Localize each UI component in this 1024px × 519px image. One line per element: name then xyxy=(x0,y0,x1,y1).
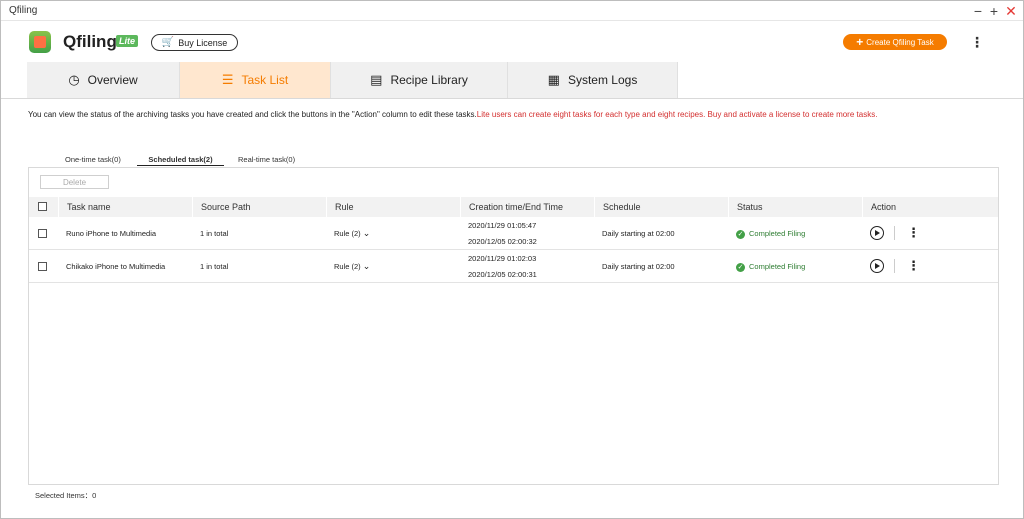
check-circle-icon: ✓ xyxy=(736,229,745,239)
task-name: Chikako iPhone to Multimedia xyxy=(66,262,166,271)
rule-label: Rule (2) xyxy=(334,229,361,238)
status-badge: ✓ Completed Filing xyxy=(736,262,805,272)
source-path: 1 in total xyxy=(200,262,229,271)
plus-icon: + xyxy=(856,35,864,49)
row-more-icon[interactable]: ⋮ xyxy=(907,225,920,241)
maximize-icon[interactable]: + xyxy=(987,3,1001,19)
selected-items-count: Selected Items：0 xyxy=(35,491,97,500)
chevron-down-icon: ⌄ xyxy=(362,228,371,238)
rule-label: Rule (2) xyxy=(334,262,361,271)
task-table-panel: Delete Task name Source Path Rule Creati… xyxy=(28,167,999,485)
rule-dropdown[interactable]: Rule (2) ⌄ xyxy=(334,261,370,272)
rule-dropdown[interactable]: Rule (2) ⌄ xyxy=(334,228,370,239)
action-divider xyxy=(894,259,895,273)
buy-license-label: Buy License xyxy=(178,37,228,48)
license-warning: Lite users can create eight tasks for ea… xyxy=(476,110,878,119)
lite-badge: Lite xyxy=(116,35,139,47)
schedule: Daily starting at 02:00 xyxy=(602,262,675,271)
end-time: 2020/12/05 02:00:31 xyxy=(468,270,537,279)
info-message: You can view the status of the archiving… xyxy=(28,110,1018,119)
tab-task-list[interactable]: ☰ Task List xyxy=(180,62,331,98)
app-header: Qfiling Lite 🛒 Buy License + Create Qfil… xyxy=(1,22,1023,62)
tab-system-logs[interactable]: ▦ System Logs xyxy=(508,62,678,98)
status-label: Completed Filing xyxy=(749,262,806,271)
header-rule[interactable]: Rule xyxy=(326,197,460,217)
tab-label: Task List xyxy=(241,73,289,87)
create-task-button[interactable]: + Create Qfiling Task xyxy=(843,34,947,50)
row-checkbox[interactable] xyxy=(38,262,47,271)
title-bar: Qfiling − + ✕ xyxy=(1,1,1023,21)
table-row[interactable]: Chikako iPhone to Multimedia 1 in total … xyxy=(29,250,998,283)
tab-label: System Logs xyxy=(567,73,638,87)
tab-overview[interactable]: ◷ Overview xyxy=(27,62,180,98)
close-icon[interactable]: ✕ xyxy=(1004,3,1018,19)
header-action: Action xyxy=(862,197,998,217)
task-list-icon: ☰ xyxy=(221,72,234,87)
table-row[interactable]: Runo iPhone to Multimedia 1 in total Rul… xyxy=(29,217,998,250)
header-creation-time[interactable]: Creation time/End Time xyxy=(460,197,594,217)
brand-name: Qfiling xyxy=(63,32,117,51)
subtab-one-time[interactable]: One-time task(0) xyxy=(65,155,121,164)
minimize-icon[interactable]: − xyxy=(971,3,985,19)
app-window: Qfiling − + ✕ Qfiling Lite 🛒 Buy License… xyxy=(0,0,1024,519)
dashboard-icon: ◷ xyxy=(68,72,80,87)
book-icon: ▤ xyxy=(370,72,383,87)
table-header: Task name Source Path Rule Creation time… xyxy=(29,197,998,217)
task-name: Runo iPhone to Multimedia xyxy=(66,229,157,238)
delete-button[interactable]: Delete xyxy=(40,175,109,189)
tab-label: Recipe Library xyxy=(390,73,468,87)
action-divider xyxy=(894,226,895,240)
select-all-checkbox[interactable] xyxy=(38,202,47,211)
info-text: You can view the status of the archiving… xyxy=(28,110,477,119)
source-path: 1 in total xyxy=(200,229,229,238)
status-label: Completed Filing xyxy=(749,229,806,238)
run-now-play-icon[interactable] xyxy=(870,259,884,273)
row-more-icon[interactable]: ⋮ xyxy=(907,258,920,274)
check-circle-icon: ✓ xyxy=(736,262,745,272)
row-checkbox[interactable] xyxy=(38,229,47,238)
header-source-path[interactable]: Source Path xyxy=(192,197,326,217)
status-badge: ✓ Completed Filing xyxy=(736,229,805,239)
log-icon: ▦ xyxy=(547,72,560,87)
chevron-down-icon: ⌄ xyxy=(362,261,371,271)
buy-license-button[interactable]: 🛒 Buy License xyxy=(151,34,238,51)
more-options-icon[interactable]: ⋮ xyxy=(969,34,985,50)
header-task-name[interactable]: Task name xyxy=(58,197,192,217)
subtab-scheduled[interactable]: Scheduled task(2) xyxy=(137,155,224,166)
subtab-real-time[interactable]: Real-time task(0) xyxy=(238,155,295,164)
tab-recipe-library[interactable]: ▤ Recipe Library xyxy=(331,62,508,98)
cart-icon: 🛒 xyxy=(161,37,175,48)
window-title: Qfiling xyxy=(9,5,38,16)
creation-time: 2020/11/29 01:02:03 xyxy=(468,254,537,263)
tab-label: Overview xyxy=(87,73,138,87)
create-task-label: Create Qfiling Task xyxy=(866,37,934,47)
tab-divider xyxy=(1,98,1023,99)
run-now-play-icon[interactable] xyxy=(870,226,884,240)
schedule: Daily starting at 02:00 xyxy=(602,229,675,238)
qfiling-logo-icon xyxy=(29,31,51,53)
header-schedule[interactable]: Schedule xyxy=(594,197,728,217)
creation-time: 2020/11/29 01:05:47 xyxy=(468,221,537,230)
header-status[interactable]: Status xyxy=(728,197,862,217)
main-tabs: ◷ Overview ☰ Task List ▤ Recipe Library … xyxy=(27,62,678,98)
end-time: 2020/12/05 02:00:32 xyxy=(468,237,537,246)
